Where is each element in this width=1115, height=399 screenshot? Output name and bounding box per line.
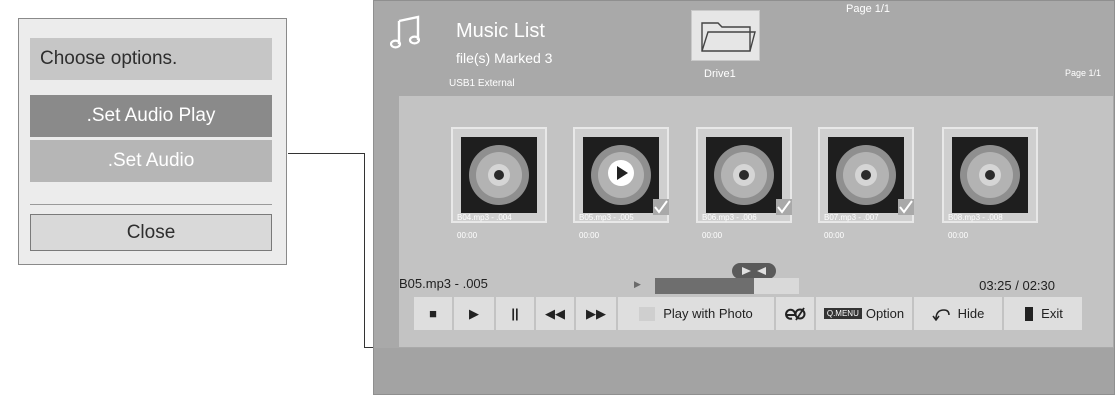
music-file-thumb[interactable] bbox=[818, 127, 914, 223]
drive-folder[interactable] bbox=[691, 10, 760, 61]
exit-label: Exit bbox=[1041, 306, 1063, 321]
play-icon bbox=[608, 160, 634, 186]
option-popup: Choose options. .Set Audio Play .Set Aud… bbox=[18, 18, 287, 265]
file-duration: 00:00 bbox=[948, 231, 969, 240]
music-file-thumb[interactable] bbox=[451, 127, 547, 223]
fast-forward-button[interactable]: ▶▶ bbox=[576, 297, 616, 330]
check-icon bbox=[898, 199, 914, 215]
file-name: B08.mp3 - .008 bbox=[948, 213, 1003, 222]
energy-saving-icon bbox=[785, 307, 806, 320]
file-name: B07.mp3 - .007 bbox=[824, 213, 879, 222]
popup-divider bbox=[30, 204, 272, 205]
exit-door-icon bbox=[1025, 306, 1034, 321]
device-label: USB1 External bbox=[449, 78, 515, 89]
cd-icon bbox=[960, 145, 1020, 205]
connector-line bbox=[364, 153, 365, 347]
set-audio-option[interactable]: .Set Audio bbox=[30, 140, 272, 182]
file-duration: 00:00 bbox=[579, 231, 600, 240]
play-button[interactable]: ▶ bbox=[454, 297, 494, 330]
music-list-screen: Music List file(s) Marked 3 USB1 Externa… bbox=[373, 0, 1115, 395]
energy-saving-button[interactable] bbox=[776, 297, 814, 330]
connector-line bbox=[288, 153, 365, 154]
file-duration: 00:00 bbox=[702, 231, 723, 240]
exit-button[interactable]: Exit bbox=[1004, 297, 1082, 330]
music-file-thumb[interactable] bbox=[573, 127, 669, 223]
progress-bar[interactable] bbox=[655, 278, 799, 294]
stop-button[interactable]: ■ bbox=[414, 297, 452, 330]
pause-button[interactable]: || bbox=[496, 297, 534, 330]
app-title: Music List bbox=[456, 20, 545, 42]
check-icon bbox=[653, 199, 669, 215]
music-note-icon bbox=[390, 15, 420, 49]
qmenu-tag: Q.MENU bbox=[823, 308, 862, 319]
now-playing-title: B05.mp3 - .005 bbox=[399, 276, 488, 291]
option-label: Option bbox=[865, 306, 905, 321]
back-arrow-icon bbox=[932, 308, 950, 321]
set-audio-play-option[interactable]: .Set Audio Play bbox=[30, 95, 272, 137]
check-icon bbox=[776, 199, 792, 215]
progress-fill bbox=[655, 278, 755, 294]
option-button[interactable]: Q.MENU Option bbox=[816, 297, 912, 330]
file-name: B04.mp3 - .004 bbox=[457, 213, 512, 222]
hide-label: Hide bbox=[957, 306, 985, 321]
screen-bottom-area bbox=[374, 348, 1114, 394]
file-name: B06.mp3 - .006 bbox=[702, 213, 757, 222]
file-duration: 00:00 bbox=[824, 231, 845, 240]
page-indicator-top: Page 1/1 bbox=[846, 3, 891, 15]
file-duration: 00:00 bbox=[457, 231, 478, 240]
play-with-photo-label: Play with Photo bbox=[663, 306, 753, 321]
file-name: B05.mp3 - .005 bbox=[579, 213, 634, 222]
play-with-photo-button[interactable]: Play with Photo bbox=[618, 297, 774, 330]
marked-count: file(s) Marked 3 bbox=[456, 50, 553, 66]
color-key-icon bbox=[639, 306, 656, 321]
close-button[interactable]: Close bbox=[30, 214, 272, 251]
skip-nav-icon[interactable] bbox=[732, 263, 776, 279]
popup-title: Choose options. bbox=[30, 38, 272, 80]
file-browser: B04.mp3 - .004 00:00 B05.mp3 - .005 00:0… bbox=[399, 96, 1113, 347]
drive-label: Drive1 bbox=[704, 68, 736, 80]
folder-icon bbox=[701, 22, 756, 52]
rewind-button[interactable]: ◀◀ bbox=[536, 297, 574, 330]
cd-icon bbox=[469, 145, 529, 205]
playback-time: 03:25 / 02:30 bbox=[979, 278, 1055, 293]
music-file-thumb[interactable] bbox=[696, 127, 792, 223]
cd-icon bbox=[714, 145, 774, 205]
cd-icon bbox=[836, 145, 896, 205]
page-indicator-right: Page 1/1 bbox=[1064, 68, 1101, 78]
control-bar: ■ ▶ || ◀◀ ▶▶ Play with Photo Q.MENU Opti… bbox=[414, 297, 1084, 330]
playing-indicator-icon: ▶ bbox=[634, 279, 641, 289]
music-file-thumb[interactable] bbox=[942, 127, 1038, 223]
hide-button[interactable]: Hide bbox=[914, 297, 1002, 330]
